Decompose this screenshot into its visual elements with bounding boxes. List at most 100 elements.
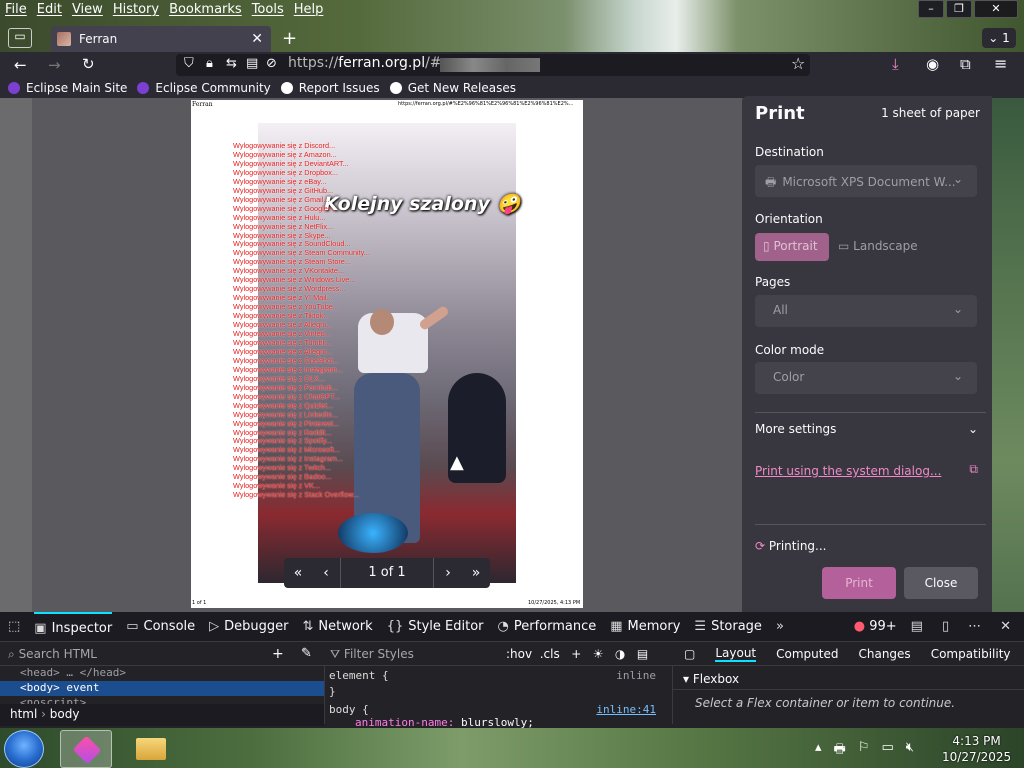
print-button[interactable]: Print (822, 567, 896, 599)
bookmark-report-issues[interactable]: Report Issues (280, 81, 380, 95)
element-picker-icon[interactable]: ⬚ (8, 619, 20, 634)
destination-select[interactable]: 🖶︎ Microsoft XPS Document W... ⌄ (755, 165, 977, 197)
menu-tools[interactable]: Tools (247, 0, 289, 20)
first-page-icon[interactable]: « (284, 565, 312, 581)
print-media-icon[interactable]: ▤ (637, 647, 648, 661)
menu-history[interactable]: History (108, 0, 164, 20)
new-tab-plus-icon[interactable]: + (282, 28, 297, 49)
sidebar-tabs: ▢ Layout Computed Changes Compatibility … (672, 642, 1024, 666)
tracking-blocked-icon[interactable]: ⊘ (266, 56, 277, 71)
color-mode-select[interactable]: Color ⌄ (755, 362, 977, 394)
dark-theme-icon[interactable]: ◑ (615, 647, 625, 661)
flexbox-header[interactable]: ▾ Flexbox (673, 666, 1024, 690)
download-icon[interactable]: ⤓ (892, 55, 899, 73)
mouse-cursor-icon: ▲ (450, 452, 464, 473)
start-button[interactable] (4, 730, 44, 768)
chevron-down-icon[interactable]: ⌄ (968, 422, 978, 436)
taskbar-browser-button[interactable] (60, 730, 112, 768)
last-page-icon[interactable]: » (462, 565, 490, 581)
close-window-button[interactable]: ✕ (974, 0, 1018, 18)
tab-network[interactable]: ⇅ Network (303, 619, 373, 634)
crumb-html[interactable]: html (10, 707, 37, 721)
tab-close-icon[interactable]: ✕ (251, 31, 263, 47)
prev-page-icon[interactable]: ‹ (312, 565, 340, 581)
light-theme-icon[interactable]: ☀ (593, 647, 604, 661)
pages-select[interactable]: All ⌄ (755, 295, 977, 327)
hov-toggle[interactable]: :hov (506, 647, 532, 661)
next-page-icon[interactable]: › (434, 565, 462, 581)
tab-style-editor[interactable]: {} Style Editor (387, 619, 484, 634)
tab-memory[interactable]: ▦ Memory (610, 619, 680, 634)
tab-inspector[interactable]: ▣ Inspector (34, 611, 113, 642)
error-count-badge[interactable]: ● 99+ (854, 619, 897, 634)
more-settings-toggle[interactable]: More settings (755, 422, 836, 436)
cls-toggle[interactable]: .cls (540, 647, 560, 661)
search-html-input[interactable]: ⌕ Search HTML (8, 647, 97, 662)
minimize-button[interactable]: – (918, 0, 944, 18)
add-node-icon[interactable]: + (272, 646, 284, 662)
menu-help[interactable]: Help (289, 0, 329, 20)
bookmark-star-icon[interactable]: ☆ (791, 54, 805, 73)
filter-styles-input[interactable]: ⛛ Filter Styles (330, 647, 414, 662)
bookmark-get-new-releases[interactable]: Get New Releases (389, 81, 516, 95)
permissions-icon[interactable]: ⇆ (226, 56, 237, 71)
reader-view-icon[interactable]: ▤ (246, 56, 258, 71)
tab-storage[interactable]: ☰ Storage (694, 619, 762, 634)
bookmark-eclipse-community[interactable]: Eclipse Community (137, 81, 271, 95)
chevron-down-icon: ⌄ (952, 172, 963, 186)
more-tabs-icon[interactable]: » (776, 619, 784, 634)
menu-view[interactable]: View (67, 0, 108, 20)
reload-icon[interactable]: ↻ (82, 55, 95, 73)
crumb-body[interactable]: body (50, 707, 80, 721)
split-console-icon[interactable]: ▤ (911, 619, 923, 634)
portrait-option[interactable]: ▯ Portrait (755, 233, 829, 261)
css-source-link[interactable]: inline:41 (596, 703, 656, 716)
landscape-option[interactable]: ▭ Landscape (834, 233, 924, 261)
tab-computed[interactable]: Computed (776, 647, 838, 661)
bookmark-eclipse-main[interactable]: Eclipse Main Site (8, 81, 127, 95)
taskbar-clock[interactable]: 4:13 PM 10/27/2025 (942, 733, 1011, 765)
tab-debugger[interactable]: ▷ Debugger (209, 619, 288, 634)
toggle-sidebar-icon[interactable]: ▢ (684, 647, 695, 661)
responsive-design-icon[interactable]: ▯ (942, 619, 949, 634)
network-x-icon[interactable]: ⚐ (858, 740, 870, 762)
system-dialog-link[interactable]: Print using the system dialog... (755, 464, 941, 478)
action-center-icon[interactable]: ▭ (881, 740, 893, 762)
tab-list-icon[interactable]: ▭ (8, 28, 32, 48)
menu-bookmarks[interactable]: Bookmarks (164, 0, 247, 20)
tab-changes[interactable]: Changes (858, 647, 910, 661)
external-link-icon[interactable]: ⧉ (969, 462, 978, 477)
back-arrow-icon[interactable]: ← (14, 56, 27, 74)
forward-arrow-icon[interactable]: → (48, 56, 61, 74)
tree-node-head[interactable]: <head> … </head> (0, 666, 324, 681)
css-rule-end: } (329, 685, 336, 698)
tab-performance[interactable]: ◔ Performance (498, 619, 597, 634)
volume-muted-icon[interactable]: 🔇︎ (906, 740, 914, 762)
menu-edit[interactable]: Edit (32, 0, 67, 20)
css-source: inline (616, 669, 656, 682)
show-hidden-icons-icon[interactable]: ▴ (815, 740, 822, 762)
add-rule-icon[interactable]: + (571, 647, 581, 661)
printer-tray-icon[interactable]: 🖶︎ (834, 740, 846, 762)
lock-icon[interactable]: 🔒︎ (206, 56, 213, 71)
close-devtools-icon[interactable]: ✕ (1000, 619, 1011, 634)
more-options-icon[interactable]: ⋯ (968, 619, 981, 634)
bookmark-label: Eclipse Main Site (26, 81, 128, 95)
maximize-button[interactable]: ❐ (946, 0, 972, 18)
eyedropper-icon[interactable]: ✎ (301, 646, 312, 661)
extensions-icon[interactable]: ⧉ (960, 55, 971, 73)
account-icon[interactable]: ◉ (926, 55, 939, 73)
menu-file[interactable]: File (0, 0, 32, 20)
tab-overflow-button[interactable]: ⌄ 1 (982, 28, 1016, 48)
tab-layout[interactable]: Layout (715, 646, 757, 662)
tab-console[interactable]: ▭ Console (126, 619, 195, 634)
pages-label: Pages (755, 275, 791, 289)
close-button[interactable]: Close (904, 567, 978, 599)
tree-node-body[interactable]: <body> event (0, 681, 324, 696)
inspector-icon: ▣ (34, 621, 47, 636)
taskbar-explorer-button[interactable] (130, 730, 172, 768)
hamburger-menu-icon[interactable]: ≡ (994, 54, 1007, 73)
shield-icon[interactable]: ⛉ (184, 56, 194, 71)
tab-compatibility[interactable]: Compatibility (931, 647, 1011, 661)
browser-tab[interactable]: Ferran ✕ (51, 26, 271, 52)
